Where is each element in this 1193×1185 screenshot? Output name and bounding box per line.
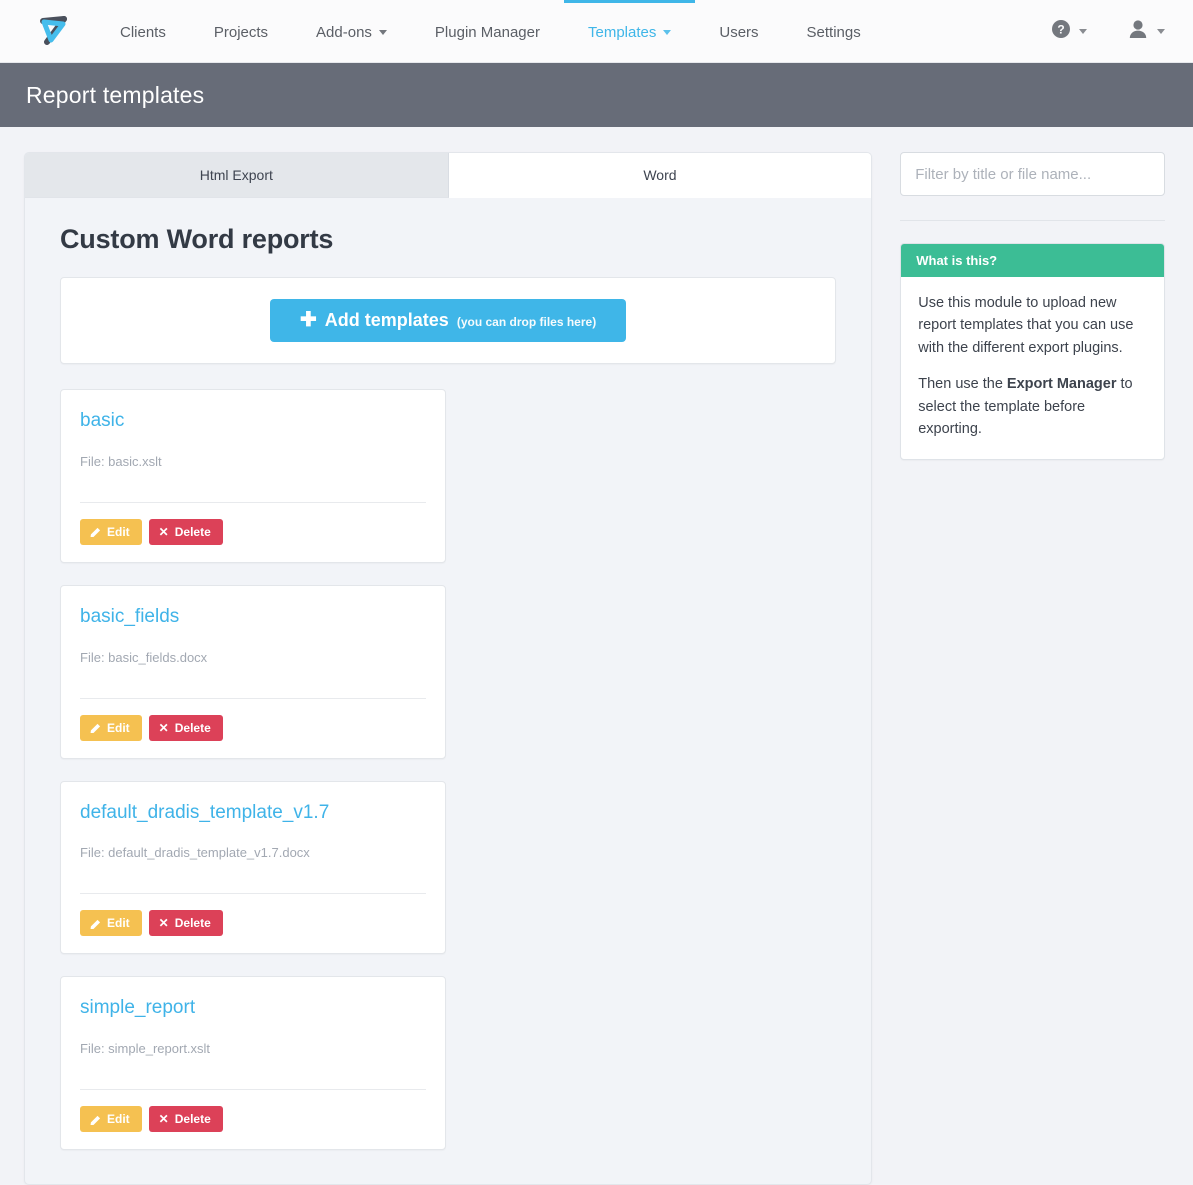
pencil-icon: [90, 1114, 101, 1125]
what-is-this-heading: What is this?: [901, 244, 1164, 277]
chevron-down-icon: [1157, 28, 1165, 34]
export-manager-emphasis: Export Manager: [1006, 376, 1117, 393]
delete-button[interactable]: ✕ Delete: [148, 1106, 223, 1133]
nav-item-templates[interactable]: Templates: [564, 0, 696, 62]
template-card-grid: basic File: basic.xslt Edit ✕ Delete bas…: [49, 389, 847, 1151]
card-divider: [80, 1089, 426, 1091]
card-divider: [80, 893, 426, 895]
nav-item-label: Add-ons: [316, 24, 372, 41]
template-title-link[interactable]: basic_fields: [80, 606, 426, 629]
template-file-name: File: basic_fields.docx: [80, 649, 208, 665]
delete-label: Delete: [174, 916, 211, 931]
nav-item-add-ons[interactable]: Add-ons: [292, 0, 411, 62]
templates-panel: Html Export Word Custom Word reports ✚ A…: [24, 152, 873, 1185]
template-title-link[interactable]: simple_report: [80, 997, 426, 1020]
nav-item-label: Settings: [806, 24, 861, 41]
delete-button[interactable]: ✕ Delete: [148, 518, 223, 545]
tab-word[interactable]: Word: [448, 153, 872, 198]
template-title-link[interactable]: default_dradis_template_v1.7: [80, 802, 426, 825]
template-dropzone[interactable]: ✚ Add templates (you can drop files here…: [60, 277, 837, 364]
nav-item-label: Users: [719, 24, 759, 41]
what-is-this-body: Use this module to upload new report tem…: [901, 277, 1164, 459]
delete-button[interactable]: ✕ Delete: [148, 910, 223, 937]
dradis-logo[interactable]: [0, 0, 96, 62]
template-file-name: File: basic.xslt: [80, 453, 162, 469]
filter-input[interactable]: [900, 152, 1165, 196]
nav-item-plugin-manager[interactable]: Plugin Manager: [411, 0, 564, 62]
chevron-down-icon: [378, 30, 387, 35]
what-is-this-panel: What is this? Use this module to upload …: [900, 243, 1165, 460]
add-templates-label: Add templates: [324, 310, 449, 330]
edit-button[interactable]: Edit: [80, 714, 142, 741]
section-title: Custom Word reports: [60, 224, 334, 254]
info-paragraph-1: Use this module to upload new report tem…: [918, 295, 1134, 356]
template-file-name: File: default_dradis_template_v1.7.docx: [80, 845, 310, 861]
template-card-actions: Edit ✕ Delete: [80, 910, 426, 937]
pencil-icon: [90, 722, 101, 734]
help-circle-icon: ?: [1051, 19, 1071, 44]
sidebar-divider: [900, 220, 1165, 221]
nav-item-settings[interactable]: Settings: [783, 0, 885, 62]
template-card-actions: Edit ✕ Delete: [80, 518, 426, 545]
nav-item-clients[interactable]: Clients: [96, 0, 190, 62]
close-icon: ✕: [158, 916, 169, 931]
page-header-bar: Report templates: [0, 63, 1193, 127]
nav-item-projects[interactable]: Projects: [190, 0, 292, 62]
card-divider: [80, 501, 426, 503]
tab-label: Html Export: [199, 167, 273, 183]
edit-label: Edit: [107, 1112, 130, 1127]
add-templates-hint: (you can drop files here): [456, 315, 597, 329]
template-card: basic File: basic.xslt Edit ✕ Delete: [60, 389, 446, 563]
add-templates-button[interactable]: ✚ Add templates (you can drop files here…: [270, 299, 627, 342]
nav-item-label: Clients: [120, 24, 166, 41]
edit-button[interactable]: Edit: [80, 1106, 142, 1133]
delete-label: Delete: [174, 720, 211, 735]
delete-label: Delete: [174, 1112, 211, 1127]
info-paragraph-2: Then use the Export Manager to select th…: [918, 373, 1147, 440]
primary-nav: Clients Projects Add-ons Plugin Manager …: [96, 0, 885, 62]
nav-item-label: Templates: [588, 24, 657, 41]
template-file-name: File: simple_report.xslt: [80, 1041, 211, 1057]
nav-item-users[interactable]: Users: [695, 0, 782, 62]
close-icon: ✕: [158, 720, 169, 735]
close-icon: ✕: [158, 524, 169, 539]
svg-text:?: ?: [1057, 22, 1064, 36]
page-title: Report templates: [26, 81, 205, 108]
info-paragraph-2-before: Then use the: [918, 376, 1007, 393]
template-title-link[interactable]: basic: [80, 410, 426, 433]
template-card: simple_report File: simple_report.xslt E…: [60, 976, 446, 1151]
user-menu[interactable]: [1127, 19, 1165, 44]
help-menu[interactable]: ?: [1051, 19, 1087, 44]
template-card: default_dradis_template_v1.7 File: defau…: [60, 780, 446, 955]
export-type-tabs: Html Export Word: [25, 153, 872, 198]
tab-html-export[interactable]: Html Export: [25, 153, 449, 198]
edit-button[interactable]: Edit: [80, 518, 142, 545]
template-card: basic_fields File: basic_fields.docx Edi…: [60, 584, 446, 759]
edit-button[interactable]: Edit: [80, 910, 142, 937]
template-card-actions: Edit ✕ Delete: [80, 714, 426, 741]
navbar-right-actions: ?: [1051, 0, 1193, 62]
chevron-down-icon: [663, 30, 672, 35]
page-content: Html Export Word Custom Word reports ✚ A…: [0, 127, 1193, 1185]
nav-item-label: Plugin Manager: [434, 24, 540, 41]
close-icon: ✕: [158, 1112, 169, 1127]
pencil-icon: [90, 526, 101, 538]
sidebar: What is this? Use this module to upload …: [900, 152, 1165, 460]
edit-label: Edit: [107, 524, 130, 539]
card-divider: [80, 697, 426, 699]
edit-label: Edit: [107, 916, 130, 931]
chevron-down-icon: [1079, 28, 1087, 34]
top-navbar: Clients Projects Add-ons Plugin Manager …: [0, 0, 1193, 63]
plus-icon: ✚: [300, 309, 317, 331]
user-avatar-icon: [1127, 19, 1149, 44]
pencil-icon: [90, 918, 101, 929]
nav-item-label: Projects: [213, 24, 269, 41]
edit-label: Edit: [107, 720, 130, 735]
tab-label: Word: [643, 167, 677, 183]
template-card-actions: Edit ✕ Delete: [80, 1106, 426, 1133]
panel-body: Custom Word reports ✚ Add templates (you…: [25, 198, 871, 1184]
delete-button[interactable]: ✕ Delete: [148, 714, 223, 741]
delete-label: Delete: [174, 524, 211, 539]
